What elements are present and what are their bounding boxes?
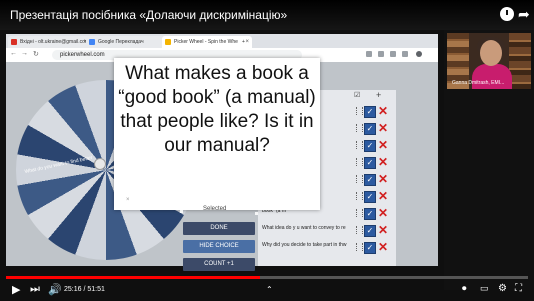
entry-text[interactable]: Why did you decide to take part in thw bbox=[262, 242, 354, 248]
delete-entry-icon[interactable]: ✕ bbox=[378, 172, 388, 186]
browser-tab-pickerwheel[interactable]: Picker Wheel - Spin the Whe × bbox=[162, 36, 252, 48]
confetti-piece bbox=[305, 140, 308, 143]
bookmark-icon[interactable] bbox=[390, 51, 396, 57]
delete-entry-icon[interactable]: ✕ bbox=[378, 104, 388, 118]
drag-handle-icon[interactable] bbox=[356, 141, 363, 149]
edit-icon[interactable]: ☑ bbox=[354, 91, 360, 99]
confetti-piece bbox=[255, 212, 258, 215]
entry-checkbox[interactable]: ✓ bbox=[364, 191, 376, 203]
volume-icon[interactable]: 🔊 bbox=[48, 283, 62, 296]
profile-avatar[interactable] bbox=[416, 51, 422, 57]
drag-handle-icon[interactable] bbox=[356, 243, 363, 251]
gear-icon[interactable]: ⚙ bbox=[498, 283, 507, 294]
confetti-piece bbox=[180, 210, 183, 213]
delete-entry-icon[interactable]: ✕ bbox=[378, 121, 388, 135]
entry-checkbox[interactable]: ✓ bbox=[364, 123, 376, 135]
entry-checkbox[interactable]: ✓ bbox=[364, 157, 376, 169]
entry-checkbox[interactable]: ✓ bbox=[364, 106, 376, 118]
confetti-piece bbox=[310, 205, 313, 208]
chevron-up-icon[interactable]: ⌃ bbox=[266, 285, 273, 294]
fullscreen-icon[interactable]: ⛶ bbox=[515, 283, 522, 294]
entry-text[interactable]: What idea do y u want to convey to re bbox=[262, 225, 354, 231]
hide-choice-button[interactable]: HIDE CHOICE bbox=[183, 240, 255, 253]
extension-icon[interactable] bbox=[366, 51, 372, 57]
browser-tab-strip: Вхідні - olt.ukraine@gmail.com × Google … bbox=[6, 34, 438, 48]
delete-entry-icon[interactable]: ✕ bbox=[378, 155, 388, 169]
autoplay-toggle[interactable]: ⏺ bbox=[462, 283, 467, 294]
watch-later-icon[interactable] bbox=[500, 7, 514, 21]
new-tab-button[interactable]: + bbox=[242, 36, 248, 48]
entry-row[interactable]: Why did you decide to take part in thw ✓ ✕ bbox=[258, 240, 396, 255]
wheel-center-pin[interactable] bbox=[94, 158, 106, 170]
entry-row[interactable]: What idea do y u want to convey to re ✓ ✕ bbox=[258, 223, 396, 238]
tab-label: Google Перекладач bbox=[98, 39, 144, 45]
tab-label: Picker Wheel - Spin the Whe bbox=[174, 39, 238, 45]
delete-entry-icon[interactable]: ✕ bbox=[378, 138, 388, 152]
done-button[interactable]: DONE bbox=[183, 222, 255, 235]
browser-tab-translate[interactable]: Google Перекладач × bbox=[86, 36, 170, 48]
delete-entry-icon[interactable]: ✕ bbox=[378, 206, 388, 220]
entry-checkbox[interactable]: ✓ bbox=[364, 208, 376, 220]
captions-icon[interactable]: ▭ bbox=[480, 283, 489, 294]
confetti-piece bbox=[200, 205, 203, 208]
delete-entry-icon[interactable]: ✕ bbox=[378, 189, 388, 203]
add-icon[interactable]: + bbox=[376, 90, 381, 100]
share-icon[interactable]: ➦ bbox=[518, 6, 530, 23]
reload-icon[interactable]: ↻ bbox=[33, 50, 39, 58]
entry-checkbox[interactable]: ✓ bbox=[364, 174, 376, 186]
participant-name: Ganna Dmitrash, EMI... bbox=[452, 80, 505, 86]
confetti-piece bbox=[122, 170, 125, 173]
delete-entry-icon[interactable]: ✕ bbox=[378, 223, 388, 237]
play-icon[interactable]: ▶ bbox=[12, 283, 20, 296]
confetti-piece bbox=[140, 88, 143, 91]
confetti-piece bbox=[150, 64, 153, 67]
drag-handle-icon[interactable] bbox=[356, 209, 363, 217]
confetti-piece bbox=[270, 200, 273, 203]
next-icon[interactable]: ⏭ bbox=[30, 283, 40, 296]
confetti-piece bbox=[295, 180, 298, 183]
confetti-piece bbox=[128, 150, 131, 153]
bookshelf-right bbox=[509, 33, 531, 89]
confetti-piece bbox=[288, 95, 291, 98]
translate-icon bbox=[89, 39, 95, 45]
confetti-piece bbox=[230, 198, 233, 201]
gmail-icon bbox=[11, 39, 17, 45]
close-popup-icon[interactable]: × bbox=[126, 197, 130, 203]
duration: 51:51 bbox=[87, 286, 105, 293]
selected-label: Selected bbox=[203, 206, 227, 212]
forward-icon[interactable]: → bbox=[21, 50, 28, 57]
confetti-piece bbox=[118, 118, 121, 121]
drag-handle-icon[interactable] bbox=[356, 124, 363, 132]
result-question-text: What makes a book a “good book” (a manua… bbox=[118, 63, 316, 156]
time-display: 25:16 / 51:51 bbox=[64, 286, 105, 293]
confetti-piece bbox=[312, 110, 315, 113]
participant-face bbox=[480, 40, 502, 66]
entry-checkbox[interactable]: ✓ bbox=[364, 225, 376, 237]
confetti-piece bbox=[132, 188, 135, 191]
extension-icon[interactable] bbox=[402, 51, 408, 57]
confetti-piece bbox=[300, 62, 303, 65]
drag-handle-icon[interactable] bbox=[356, 226, 363, 234]
entry-checkbox[interactable]: ✓ bbox=[364, 242, 376, 254]
back-icon[interactable]: ← bbox=[10, 50, 17, 57]
tab-label: Вхідні - olt.ukraine@gmail.com bbox=[20, 39, 90, 45]
confetti-piece bbox=[160, 196, 163, 199]
current-time: 25:16 bbox=[64, 286, 82, 293]
delete-entry-icon[interactable]: ✕ bbox=[378, 240, 388, 254]
progress-bar-played bbox=[6, 276, 261, 279]
pickerwheel-icon bbox=[165, 39, 171, 45]
drag-handle-icon[interactable] bbox=[356, 158, 363, 166]
entry-checkbox[interactable]: ✓ bbox=[364, 140, 376, 152]
count-button[interactable]: COUNT +1 bbox=[183, 258, 255, 271]
video-title[interactable]: Презентація посібника «Долаючи дискримін… bbox=[10, 8, 287, 22]
confetti-piece bbox=[240, 64, 243, 67]
drag-handle-icon[interactable] bbox=[356, 175, 363, 183]
confetti-piece bbox=[120, 70, 123, 73]
browser-tab-gmail[interactable]: Вхідні - olt.ukraine@gmail.com × bbox=[8, 36, 90, 48]
extension-icon[interactable] bbox=[378, 51, 384, 57]
drag-handle-icon[interactable] bbox=[356, 192, 363, 200]
drag-handle-icon[interactable] bbox=[356, 107, 363, 115]
